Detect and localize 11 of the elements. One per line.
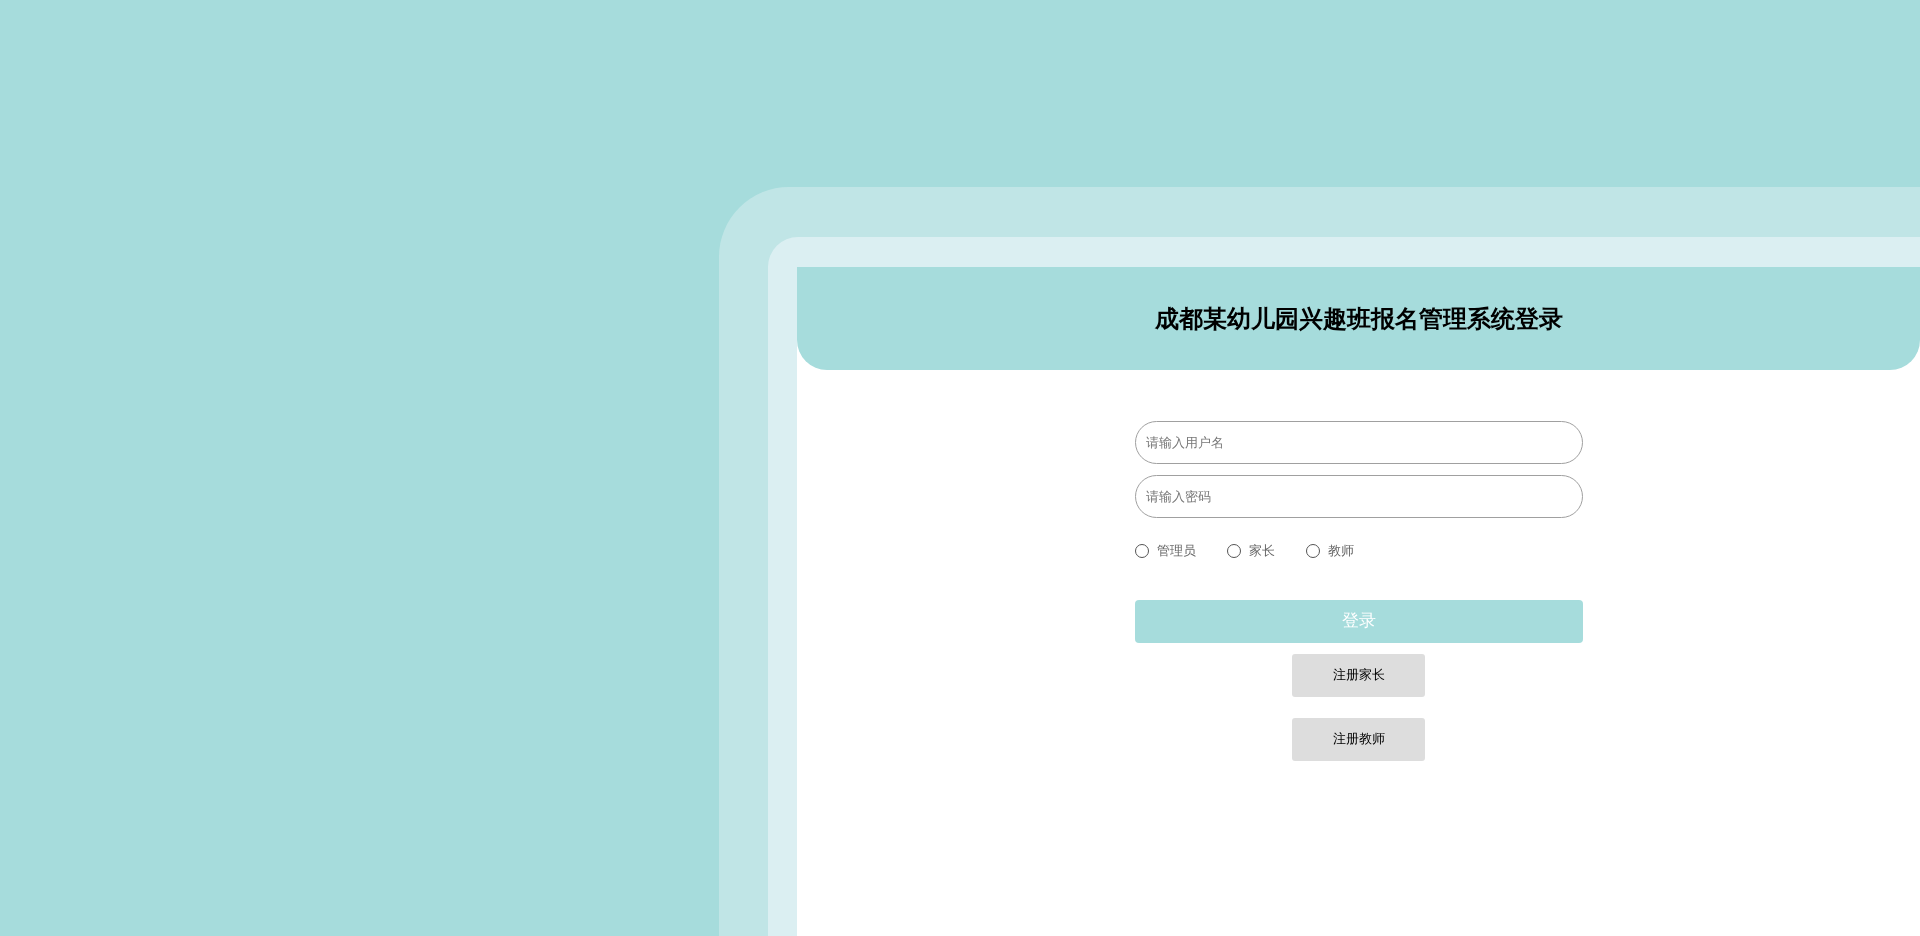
page-title: 成都某幼儿园兴趣班报名管理系统登录 [1154,303,1563,334]
role-label: 管理员 [1156,542,1196,560]
input-field[interactable]: 请输入用户名 [1134,421,1583,464]
role-label: 家长 [1248,542,1275,560]
role-label: 教师 [1327,542,1354,560]
radio-button[interactable] [1226,543,1241,558]
radio-button[interactable] [1305,543,1320,558]
input-field[interactable]: 请输入密码 [1134,475,1583,518]
register-button[interactable]: 注册教师 [1292,717,1425,761]
register-button[interactable]: 注册家长 [1292,653,1425,697]
radio-button[interactable] [1134,543,1149,558]
